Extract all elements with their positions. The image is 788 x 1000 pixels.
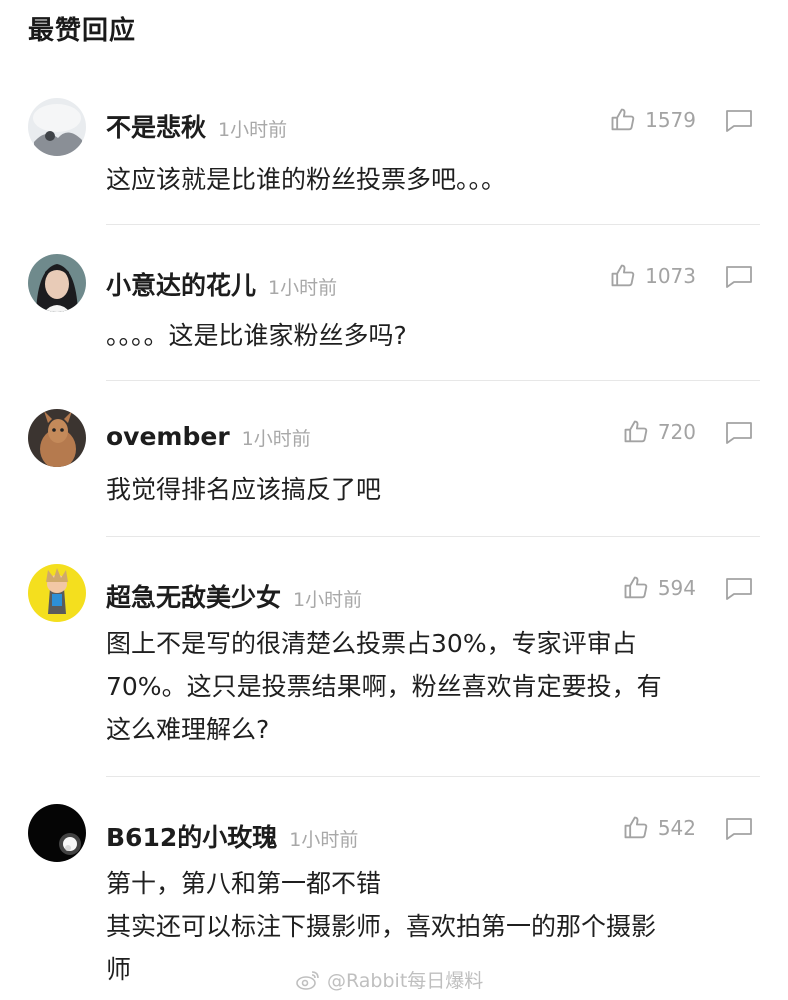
avatar[interactable] xyxy=(28,804,86,862)
like-count: 594 xyxy=(657,576,696,600)
like-count: 720 xyxy=(657,420,696,444)
avatar[interactable] xyxy=(28,98,86,156)
comment-text: 这应该就是比谁的粉丝投票多吧。。。 xyxy=(106,165,507,194)
like-button[interactable]: 594 xyxy=(622,574,696,602)
comment-time: 1小时前 xyxy=(218,119,288,141)
comment-time: 1小时前 xyxy=(289,829,359,851)
thumbs-up-icon xyxy=(624,420,648,443)
thumbs-up-icon xyxy=(611,264,635,287)
divider xyxy=(106,224,760,225)
divider xyxy=(106,536,760,537)
divider xyxy=(106,380,760,381)
comment-bubble-icon[interactable] xyxy=(724,816,754,846)
like-button[interactable]: 720 xyxy=(622,418,696,446)
like-button[interactable]: 542 xyxy=(622,814,696,842)
like-count: 542 xyxy=(657,816,696,840)
commenter-name[interactable]: 超急无敌美少女 1小时前 xyxy=(106,578,362,614)
avatar[interactable] xyxy=(28,409,86,467)
like-button[interactable]: 1579 xyxy=(609,106,696,134)
comment-time: 1小时前 xyxy=(241,428,311,450)
comment-text: 我觉得排名应该搞反了吧 xyxy=(106,475,382,504)
like-button[interactable]: 1073 xyxy=(609,262,696,290)
commenter-name[interactable]: 不是悲秋 1小时前 xyxy=(106,108,287,144)
comment-bubble-icon[interactable] xyxy=(724,576,754,606)
avatar[interactable] xyxy=(28,564,86,622)
thumbs-up-icon xyxy=(624,816,648,839)
thumbs-up-icon xyxy=(611,108,635,131)
weibo-logo-icon xyxy=(296,970,319,990)
avatar[interactable] xyxy=(28,254,86,312)
commenter-name[interactable]: 小意达的花儿 1小时前 xyxy=(106,266,337,302)
comment-bubble-icon[interactable] xyxy=(724,108,754,138)
comment-text: 。。。。这是比谁家粉丝多吗? xyxy=(106,321,407,350)
comment-time: 1小时前 xyxy=(293,589,363,611)
section-title: 最赞回应 xyxy=(28,16,137,46)
comment-bubble-icon[interactable] xyxy=(724,420,754,450)
commenter-name[interactable]: ovember 1小时前 xyxy=(106,422,311,451)
comment-time: 1小时前 xyxy=(268,277,338,299)
like-count: 1579 xyxy=(645,108,696,132)
like-count: 1073 xyxy=(645,264,696,288)
commenter-name[interactable]: B612的小玫瑰 1小时前 xyxy=(106,818,358,854)
watermark: @Rabbit每日爆料 xyxy=(295,966,483,993)
thumbs-up-icon xyxy=(624,576,648,599)
divider xyxy=(106,776,760,777)
comment-bubble-icon[interactable] xyxy=(724,264,754,294)
comment-text: 图上不是写的很清楚么投票占30%，专家评审占 70%。这只是投票结果啊，粉丝喜欢… xyxy=(106,629,662,744)
